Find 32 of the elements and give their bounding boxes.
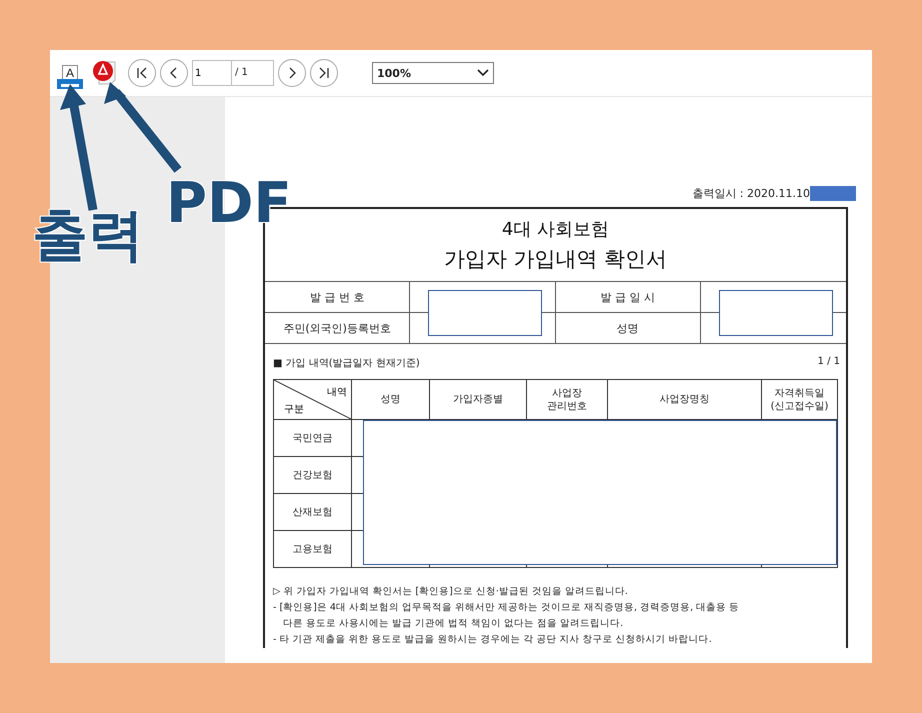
page-field[interactable]: 1 / 1 <box>192 60 274 86</box>
print-button[interactable]: A <box>54 55 86 91</box>
info-label: 주민(외국인)등록번호 <box>265 313 410 344</box>
annotation-text: PDF <box>166 176 292 232</box>
last-page-button[interactable] <box>310 59 338 87</box>
printed-date: 출력일시 : 2020.11.10 <box>692 186 810 201</box>
row-header: 산재보험 <box>274 494 352 531</box>
page-count: 1 / 1 <box>818 356 840 369</box>
notice-text: 다른 용도로 사용시에는 발급 기관에 법적 책임이 없다는 점을 알려드립니다. <box>282 617 624 631</box>
section-title: ■ 가입 내역(발급일자 현재기준) <box>273 357 420 370</box>
printer-icon <box>55 77 85 91</box>
annotation-text: 출력 <box>32 208 144 264</box>
row-header: 국민연금 <box>274 420 352 457</box>
first-page-button[interactable] <box>128 59 156 87</box>
first-page-icon <box>135 66 149 80</box>
row-header: 구분 <box>284 403 304 416</box>
row-header: 건강보험 <box>274 457 352 494</box>
notice-text: - 타 기관 제출을 위한 용도로 발급을 원하시는 경우에는 각 공단 지사 창구로 신청하시기 바랍니다. <box>273 633 713 647</box>
zoom-dropdown[interactable]: 100% <box>372 62 494 84</box>
page-total: / 1 <box>234 66 248 80</box>
notice-text: - [확인용]은 4대 사회보험의 업무목적을 위해서만 제공하는 것이므로 재직증명용, 경력증명용, 대출용 등 <box>273 601 740 615</box>
info-label: 성명 <box>556 313 701 344</box>
column-header: 내역 <box>327 386 347 399</box>
info-label: 발 급 번 호 <box>265 282 410 313</box>
document-title: 가입자 가입내역 확인서 <box>442 246 668 273</box>
chevron-down-icon <box>477 69 489 77</box>
info-label: 발 급 일 시 <box>556 282 701 313</box>
last-page-icon <box>317 66 331 80</box>
notice-text: ▷ 위 가입자 가입내역 확인서는 [확인용]으로 신청·발급된 것임을 알려드립니다. <box>273 585 629 599</box>
row-header: 고용보험 <box>274 531 352 568</box>
redaction-box <box>810 186 856 201</box>
document-subtitle: 4대 사회보험 <box>500 218 610 241</box>
